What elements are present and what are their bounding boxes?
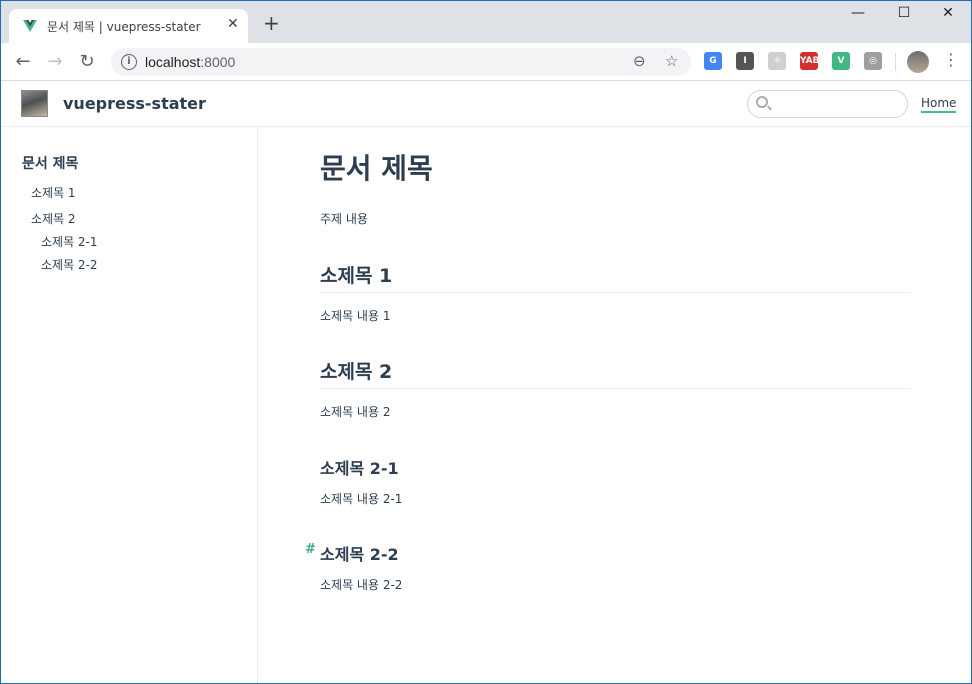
tab-close-icon[interactable]: ✕: [227, 16, 239, 32]
search-input[interactable]: [772, 94, 902, 114]
profile-avatar[interactable]: [907, 51, 929, 73]
url-host: localhost: [145, 54, 201, 70]
section-heading-2-2: 소제목 2-2: [320, 545, 399, 564]
site-name[interactable]: vuepress-stater: [63, 94, 206, 113]
toolbar-separator: [895, 53, 896, 71]
section-body-1: 소제목 내용 1: [320, 309, 391, 323]
browser-menu-icon[interactable]: ⋮: [943, 52, 959, 68]
section-body-2-2: 소제목 내용 2-2: [320, 578, 403, 592]
vue-favicon-icon: [23, 20, 37, 32]
heading-anchor-link[interactable]: #: [305, 542, 316, 557]
bookmark-star-icon[interactable]: ☆: [665, 52, 678, 70]
address-bar[interactable]: i localhost:8000 ⊖ ☆: [111, 48, 691, 76]
new-tab-button[interactable]: +: [263, 13, 280, 33]
reload-button[interactable]: ↻: [75, 51, 99, 73]
maximize-button[interactable]: ☐: [881, 5, 927, 29]
site-navbar: vuepress-stater Home: [1, 81, 971, 127]
forward-button[interactable]: →: [43, 51, 67, 73]
sidebar-item-2-1[interactable]: 소제목 2-1: [41, 233, 98, 250]
section-heading-2-1: 소제목 2-1: [320, 459, 399, 478]
url-text[interactable]: localhost:8000: [145, 54, 235, 70]
search-icon: [756, 96, 768, 108]
page-title: 문서 제목: [320, 152, 433, 185]
section-body-2: 소제목 내용 2: [320, 405, 391, 419]
search-box[interactable]: [747, 90, 908, 118]
browser-toolbar: ← → ↻ i localhost:8000 ⊖ ☆ G I ⚛ YAB V ◎ ⋮: [1, 43, 971, 81]
site-logo[interactable]: [21, 90, 48, 117]
globe-extension-icon[interactable]: ◎: [864, 52, 882, 70]
sidebar-item-1[interactable]: 소제목 1: [31, 184, 76, 201]
browser-tab[interactable]: 문서 제목 | vuepress-stater ✕: [9, 9, 248, 43]
yab-extension-icon[interactable]: YAB: [800, 52, 819, 70]
zoom-out-icon[interactable]: ⊖: [633, 52, 646, 70]
minimize-button[interactable]: —: [835, 5, 881, 29]
tab-strip: 문서 제목 | vuepress-stater ✕ + — ☐ ✕: [1, 1, 971, 43]
section-body-2-1: 소제목 내용 2-1: [320, 492, 403, 506]
vue-devtools-extension-icon[interactable]: V: [832, 52, 850, 70]
section-heading-2: 소제목 2: [320, 357, 911, 389]
google-translate-extension-icon[interactable]: G: [704, 52, 722, 70]
sidebar-item-2-2[interactable]: 소제목 2-2: [41, 256, 98, 273]
back-button[interactable]: ←: [11, 51, 35, 73]
tab-title: 문서 제목 | vuepress-stater: [47, 20, 201, 34]
page-content: 문서 제목 주제 내용 소제목 1 소제목 내용 1 소제목 2 소제목 내용 …: [258, 127, 971, 683]
browser-window: 문서 제목 | vuepress-stater ✕ + — ☐ ✕ ← → ↻ …: [0, 0, 972, 684]
sidebar: 문서 제목 소제목 1 소제목 2 소제목 2-1 소제목 2-2: [1, 127, 258, 683]
site-info-icon[interactable]: i: [121, 54, 137, 70]
sidebar-title[interactable]: 문서 제목: [22, 153, 78, 173]
intro-paragraph: 주제 내용: [320, 212, 368, 226]
close-window-button[interactable]: ✕: [925, 5, 971, 29]
nav-link-home[interactable]: Home: [921, 96, 957, 113]
instapaper-extension-icon[interactable]: I: [736, 52, 754, 70]
url-port: :8000: [200, 54, 236, 70]
react-devtools-extension-icon[interactable]: ⚛: [768, 52, 786, 70]
section-heading-1: 소제목 1: [320, 261, 911, 293]
sidebar-item-2[interactable]: 소제목 2: [31, 210, 76, 227]
